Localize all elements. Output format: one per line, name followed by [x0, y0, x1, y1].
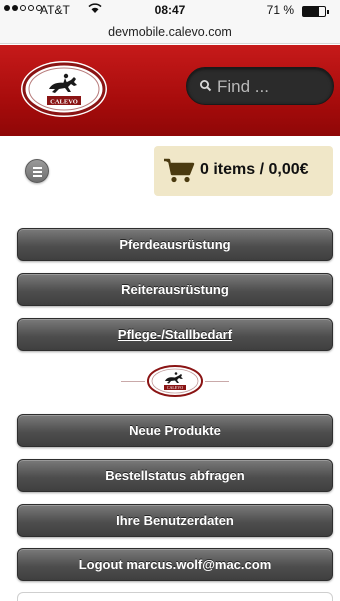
nav-reiterausruestung-button[interactable]: Reiterausrüstung	[17, 273, 333, 306]
battery-percent: 71 %	[266, 3, 294, 17]
cart-summary[interactable]: 0 items / 0,00€	[154, 146, 333, 196]
shopping-cart-icon	[164, 158, 195, 183]
nav-benutzerdaten-button[interactable]: Ihre Benutzerdaten	[17, 504, 333, 537]
search-icon	[200, 80, 212, 92]
calevo-logo[interactable]: CALEVO	[19, 59, 109, 119]
address-bar-url[interactable]: devmobile.calevo.com	[0, 25, 340, 39]
nav-pferdeausruestung-button[interactable]: Pferdeausrüstung	[17, 228, 333, 261]
battery-icon	[302, 6, 329, 17]
logout-button[interactable]: Logout marcus.wolf@mac.com	[17, 548, 333, 581]
menu-button[interactable]	[25, 159, 49, 183]
site-header: CALEVO	[0, 45, 340, 136]
search-input[interactable]	[217, 74, 327, 100]
logo-wordmark: CALEVO	[50, 99, 78, 106]
nav-pflege-stallbedarf-button[interactable]: Pflege-/Stallbedarf	[17, 318, 333, 351]
content-card	[17, 592, 333, 601]
search-box[interactable]	[186, 67, 334, 105]
nav-bestellstatus-button[interactable]: Bestellstatus abfragen	[17, 459, 333, 492]
divider-logo: CALEVO	[121, 363, 229, 399]
status-bar: AT&T 08:47 71 % devmobile.calevo.com	[0, 0, 340, 44]
cart-label: 0 items / 0,00€	[200, 161, 309, 178]
nav-neue-produkte-button[interactable]: Neue Produkte	[17, 414, 333, 447]
divider-logo-wordmark: CALEVO	[167, 385, 183, 390]
